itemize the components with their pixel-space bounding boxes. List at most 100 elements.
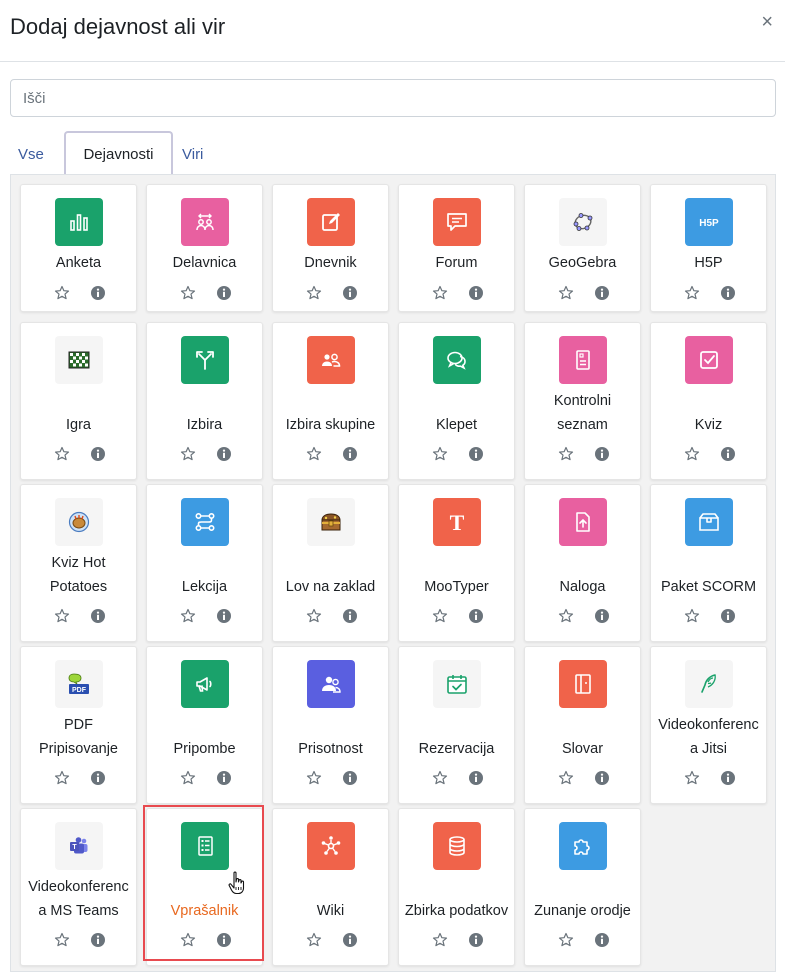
info-icon[interactable] [90, 285, 106, 301]
star-icon[interactable] [180, 608, 196, 624]
activity-card[interactable]: Lekcija [146, 484, 263, 642]
activity-label: Slovar [561, 741, 604, 757]
svg-text:PDF: PDF [72, 687, 87, 694]
info-icon[interactable] [90, 770, 106, 786]
star-icon[interactable] [432, 608, 448, 624]
info-icon[interactable] [720, 770, 736, 786]
activity-card[interactable]: Naloga [524, 484, 641, 642]
activity-label: Kontrolni seznam [553, 393, 612, 433]
svg-text:H5P: H5P [699, 218, 719, 229]
mootyper-icon: T [433, 498, 481, 546]
star-icon[interactable] [558, 932, 574, 948]
info-icon[interactable] [720, 285, 736, 301]
star-icon[interactable] [684, 770, 700, 786]
info-icon[interactable] [216, 608, 232, 624]
activity-card[interactable]: T MooTyper [398, 484, 515, 642]
star-icon[interactable] [432, 285, 448, 301]
activity-card[interactable]: Igra [20, 322, 137, 480]
info-icon[interactable] [594, 285, 610, 301]
activity-card[interactable]: Rezervacija [398, 646, 515, 804]
activity-card[interactable]: Klepet [398, 322, 515, 480]
star-icon[interactable] [180, 770, 196, 786]
info-icon[interactable] [468, 770, 484, 786]
star-icon[interactable] [432, 932, 448, 948]
activity-label: Prisotnost [298, 741, 363, 757]
activity-card[interactable]: Forum [398, 184, 515, 312]
activity-label: Forum [435, 255, 478, 271]
activity-card[interactable]: Lov na zaklad [272, 484, 389, 642]
star-icon[interactable] [684, 446, 700, 462]
activity-card[interactable]: Kviz Hot Potatoes [20, 484, 137, 642]
info-icon[interactable] [90, 446, 106, 462]
star-icon[interactable] [54, 285, 70, 301]
info-icon[interactable] [468, 932, 484, 948]
activity-card[interactable]: Videokonferenc a Jitsi [650, 646, 767, 804]
info-icon[interactable] [594, 446, 610, 462]
activity-card[interactable]: Dnevnik [272, 184, 389, 312]
star-icon[interactable] [54, 446, 70, 462]
info-icon[interactable] [216, 446, 232, 462]
activity-card[interactable]: Paket SCORM [650, 484, 767, 642]
search-input[interactable] [10, 79, 776, 117]
star-icon[interactable] [180, 285, 196, 301]
activity-card[interactable]: Kviz [650, 322, 767, 480]
info-icon[interactable] [468, 608, 484, 624]
activity-label: Lov na zaklad [285, 579, 376, 595]
activity-label: Rezervacija [418, 741, 495, 757]
star-icon[interactable] [558, 285, 574, 301]
activity-label: Videokonferenc a Jitsi [658, 717, 759, 757]
info-icon[interactable] [342, 932, 358, 948]
info-icon[interactable] [468, 446, 484, 462]
star-icon[interactable] [306, 770, 322, 786]
star-icon[interactable] [306, 932, 322, 948]
close-icon[interactable]: × [761, 12, 773, 32]
tab-vse[interactable]: Vse [18, 131, 58, 176]
star-icon[interactable] [558, 608, 574, 624]
star-icon[interactable] [306, 608, 322, 624]
star-icon[interactable] [54, 608, 70, 624]
activity-card[interactable]: PDF PDF Pripisovanje [20, 646, 137, 804]
star-icon[interactable] [306, 285, 322, 301]
info-icon[interactable] [720, 446, 736, 462]
activity-card[interactable]: GeoGebra [524, 184, 641, 312]
activity-card[interactable]: Izbira [146, 322, 263, 480]
star-icon[interactable] [558, 446, 574, 462]
star-icon[interactable] [684, 608, 700, 624]
game-board-icon [55, 336, 103, 384]
info-icon[interactable] [594, 608, 610, 624]
activity-card[interactable]: Wiki [272, 808, 389, 966]
star-icon[interactable] [684, 285, 700, 301]
activity-card[interactable]: Kontrolni seznam [524, 322, 641, 480]
activity-card[interactable]: Delavnica [146, 184, 263, 312]
info-icon[interactable] [90, 932, 106, 948]
star-icon[interactable] [558, 770, 574, 786]
info-icon[interactable] [342, 285, 358, 301]
star-icon[interactable] [432, 446, 448, 462]
activity-card[interactable]: Zunanje orodje [524, 808, 641, 966]
info-icon[interactable] [720, 608, 736, 624]
activity-card[interactable]: Slovar [524, 646, 641, 804]
star-icon[interactable] [180, 446, 196, 462]
info-icon[interactable] [342, 770, 358, 786]
info-icon[interactable] [342, 446, 358, 462]
info-icon[interactable] [342, 608, 358, 624]
activity-card[interactable]: Pripombe [146, 646, 263, 804]
star-icon[interactable] [306, 446, 322, 462]
activity-card[interactable]: Izbira skupine [272, 322, 389, 480]
info-icon[interactable] [216, 770, 232, 786]
tab-dejavnosti[interactable]: Dejavnosti [64, 131, 173, 176]
activity-card[interactable]: Prisotnost [272, 646, 389, 804]
star-icon[interactable] [54, 932, 70, 948]
info-icon[interactable] [90, 608, 106, 624]
activity-card[interactable]: Anketa [20, 184, 137, 312]
activity-card[interactable]: T Videokonferenc a MS Teams [20, 808, 137, 966]
info-icon[interactable] [216, 285, 232, 301]
activity-card[interactable]: Zbirka podatkov [398, 808, 515, 966]
activity-card[interactable]: H5P H5P [650, 184, 767, 312]
star-icon[interactable] [54, 770, 70, 786]
info-icon[interactable] [594, 932, 610, 948]
tab-viri[interactable]: Viri [182, 131, 222, 176]
info-icon[interactable] [468, 285, 484, 301]
info-icon[interactable] [594, 770, 610, 786]
star-icon[interactable] [432, 770, 448, 786]
